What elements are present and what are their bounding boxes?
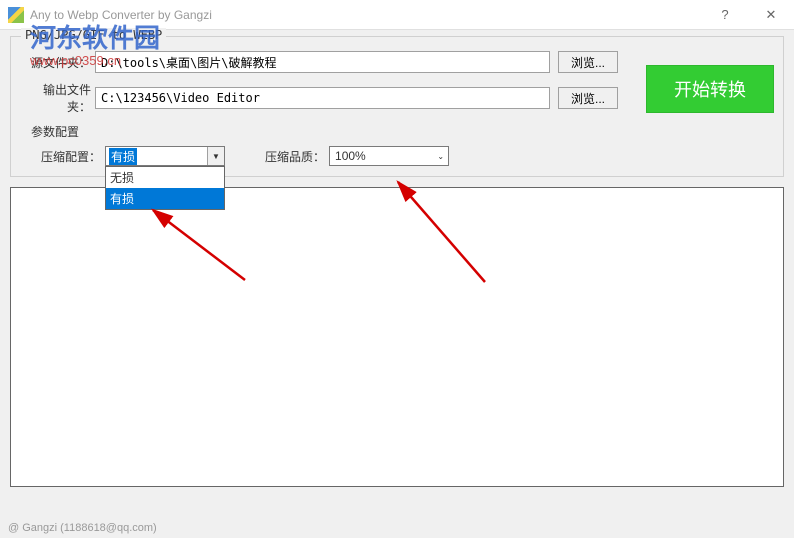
compress-dropdown: 无损 有损	[105, 166, 225, 210]
chevron-down-icon: ⌄	[437, 152, 444, 161]
output-label: 输出文件夹：	[21, 81, 91, 115]
source-label: 源文件夹：	[21, 54, 91, 71]
app-icon	[8, 7, 24, 23]
main-area: PNG/JPG/GIF to WEBP 源文件夹： 浏览... 输出文件夹： 浏…	[0, 30, 794, 493]
dropdown-option-lossy[interactable]: 有损	[106, 188, 224, 209]
start-convert-button[interactable]: 开始转换	[646, 65, 774, 113]
help-button[interactable]: ?	[702, 0, 748, 30]
compress-label: 压缩配置：	[41, 148, 101, 165]
params-section-label: 参数配置	[31, 123, 773, 140]
browse-output-button[interactable]: 浏览...	[558, 87, 618, 109]
compress-combo[interactable]: 有损 ▼	[105, 146, 225, 166]
group-title: PNG/JPG/GIF to WEBP	[21, 28, 166, 42]
close-button[interactable]: ✕	[748, 0, 794, 30]
compress-combo-wrapper: 有损 ▼ 无损 有损	[105, 146, 225, 166]
dropdown-option-lossless[interactable]: 无损	[106, 167, 224, 188]
quality-combo[interactable]: 100% ⌄	[329, 146, 449, 166]
title-bar: Any to Webp Converter by Gangzi ? ✕	[0, 0, 794, 30]
params-section: 参数配置 压缩配置： 有损 ▼ 无损 有损 压缩品质： 100% ⌄	[21, 123, 773, 166]
chevron-down-icon: ▼	[207, 147, 224, 165]
compress-selected: 有损	[109, 148, 137, 165]
source-path-input[interactable]	[95, 51, 550, 73]
window-controls: ? ✕	[702, 0, 794, 30]
quality-label: 压缩品质：	[265, 148, 325, 165]
status-bar: @ Gangzi (1188618@qq.com)	[8, 522, 157, 534]
quality-value: 100%	[335, 149, 366, 163]
param-row: 压缩配置： 有损 ▼ 无损 有损 压缩品质： 100% ⌄	[31, 146, 773, 166]
browse-source-button[interactable]: 浏览...	[558, 51, 618, 73]
window-title: Any to Webp Converter by Gangzi	[30, 8, 702, 22]
output-textarea[interactable]	[10, 187, 784, 487]
output-path-input[interactable]	[95, 87, 550, 109]
